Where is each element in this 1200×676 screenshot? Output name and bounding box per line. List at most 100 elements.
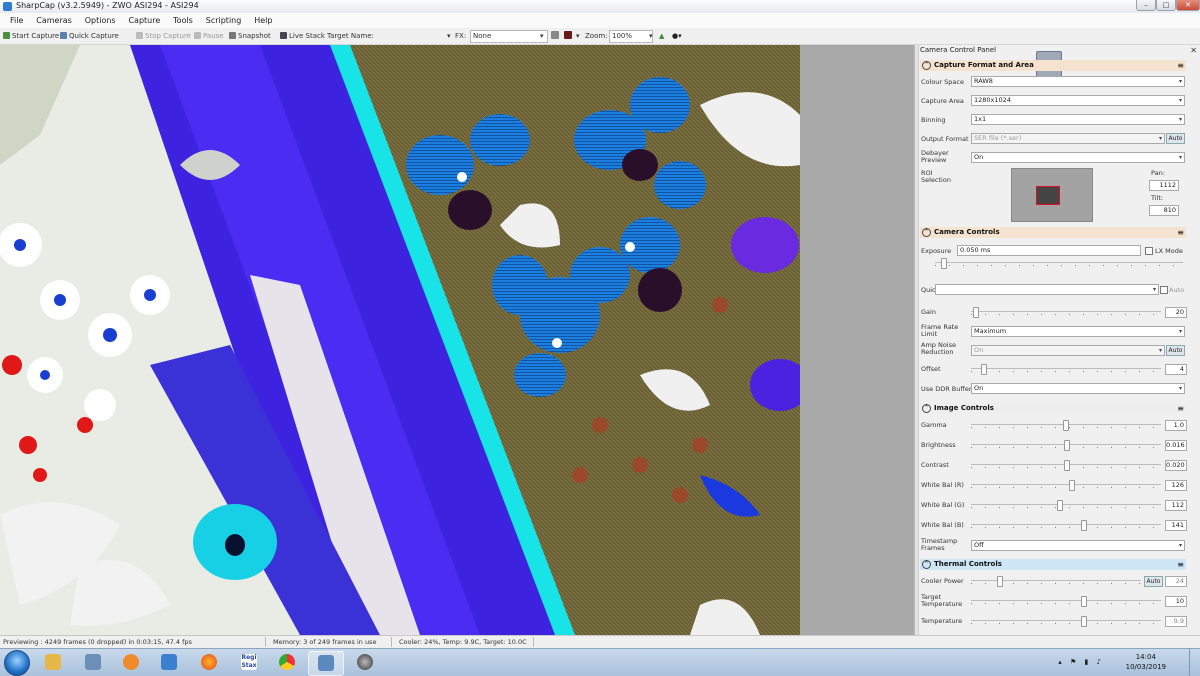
output-format-auto-button[interactable]: Auto (1166, 133, 1185, 144)
contrast-input[interactable]: 0.020 (1165, 460, 1187, 471)
amp-noise-auto-button[interactable]: Auto (1166, 345, 1185, 356)
collapse-icon[interactable]: ^ (922, 404, 931, 413)
menu-options[interactable]: Options (85, 13, 116, 28)
cooler-power-auto-button[interactable]: Auto (1144, 576, 1163, 587)
roi-selector[interactable] (1011, 168, 1093, 222)
target-temperature-slider[interactable] (971, 596, 1161, 607)
show-desktop-button[interactable] (1189, 649, 1200, 676)
taskbar-firefox[interactable] (192, 651, 226, 674)
offset-input[interactable]: 4 (1165, 364, 1187, 375)
gain-input[interactable]: 20 (1165, 307, 1187, 318)
menu-icon[interactable]: ≡ (1177, 60, 1184, 71)
quick-pick-auto-checkbox[interactable] (1160, 286, 1168, 294)
binning-select[interactable]: 1x1 ▾ (971, 114, 1185, 125)
gain-slider[interactable] (971, 307, 1161, 318)
menu-capture[interactable]: Capture (128, 13, 160, 28)
offset-slider[interactable] (971, 364, 1161, 375)
colour-space-select[interactable]: RAW8 ▾ (971, 76, 1185, 87)
start-capture-button[interactable]: Start Capture (3, 30, 59, 42)
menu-icon[interactable]: ≡ (1177, 227, 1184, 238)
taskbar-app[interactable] (348, 651, 382, 674)
gamma-input[interactable]: 1.0 (1165, 420, 1187, 431)
lx-mode-checkbox[interactable] (1145, 247, 1153, 255)
menu-tools[interactable]: Tools (173, 13, 193, 28)
contrast-slider[interactable] (971, 460, 1161, 471)
collapse-icon[interactable]: ^ (922, 228, 931, 237)
red-swatch-icon[interactable] (564, 30, 574, 42)
white-bal-g-slider[interactable] (971, 500, 1161, 511)
clock[interactable]: 14:04 10/03/2019 (1126, 652, 1166, 672)
histogram-icon[interactable]: ▲ (659, 30, 664, 42)
brightness-slider[interactable] (971, 440, 1161, 451)
live-stack-button[interactable]: Live Stack (280, 30, 325, 42)
pause-button[interactable]: Pause (194, 30, 224, 42)
taskbar-registax[interactable]: Regi Stax (232, 651, 266, 674)
roi-rectangle[interactable] (1036, 186, 1060, 205)
white-bal-r-slider[interactable] (971, 480, 1161, 491)
stop-capture-button[interactable]: Stop Capture (136, 30, 191, 42)
menu-help[interactable]: Help (254, 13, 272, 28)
debayer-preview-select[interactable]: On ▾ (971, 152, 1185, 163)
exposure-slider[interactable] (935, 258, 1183, 269)
quick-pick-select[interactable]: ▾ (935, 284, 1159, 295)
camera-preview-image[interactable] (0, 45, 800, 635)
quick-capture-button[interactable]: Quick Capture (60, 30, 119, 42)
minimize-button[interactable]: – (1136, 0, 1156, 11)
pan-input[interactable]: 1112 (1149, 180, 1179, 191)
white-bal-r-input[interactable]: 126 (1165, 480, 1187, 491)
exposure-input[interactable]: 0.050 ms (957, 245, 1141, 256)
menu-file[interactable]: File (10, 13, 23, 28)
swatch-dropdown-icon[interactable]: ▾ (576, 30, 580, 42)
collapse-icon[interactable]: ^ (922, 560, 931, 569)
output-format-select[interactable]: SER file (*.ser) ▾ (971, 133, 1165, 144)
taskbar-photos[interactable] (76, 651, 110, 674)
title-bar[interactable]: SharpCap (v3.2.5949) - ZWO ASI294 - ASI2… (0, 0, 1200, 14)
fx-select[interactable]: None (470, 30, 548, 43)
taskbar-paint[interactable] (152, 651, 186, 674)
taskbar-explorer[interactable] (36, 651, 70, 674)
frame-rate-limit-select[interactable]: Maximum ▾ (971, 326, 1185, 337)
system-tray[interactable]: ▴ ⚑ ▮ ♪ (1058, 658, 1104, 666)
amp-noise-select[interactable]: On ▾ (971, 345, 1165, 356)
menu-scripting[interactable]: Scripting (206, 13, 242, 28)
menu-cameras[interactable]: Cameras (36, 13, 72, 28)
section-capture-format[interactable]: ^ Capture Format and Area ≡ (920, 60, 1186, 71)
capture-area-select[interactable]: 1280x1024 ▾ (971, 95, 1185, 106)
taskbar-media-player[interactable] (114, 651, 148, 674)
collapse-icon[interactable]: ^ (922, 61, 931, 70)
start-button[interactable] (4, 650, 30, 676)
timestamp-frames-select[interactable]: Off ▾ (971, 540, 1185, 551)
zoom-label: Zoom: (585, 32, 608, 40)
tilt-input[interactable]: 810 (1149, 205, 1179, 216)
cooler-power-slider[interactable] (971, 576, 1141, 587)
dropdown-chevron-icon[interactable]: ▾ (447, 30, 451, 42)
snapshot-button[interactable]: Snapshot (229, 30, 271, 42)
gamma-slider[interactable] (971, 420, 1161, 431)
section-thermal-controls[interactable]: ^ Thermal Controls ≡ (920, 559, 1186, 570)
target-name-input[interactable] (372, 30, 454, 43)
cooler-power-input[interactable]: 24 (1165, 576, 1187, 587)
taskbar-sharpcap[interactable] (308, 651, 344, 676)
target-temperature-input[interactable]: 10 (1165, 596, 1187, 607)
section-image-controls[interactable]: ^ Image Controls ≡ (920, 403, 1186, 414)
menu-icon[interactable]: ≡ (1177, 403, 1184, 414)
brightness-input[interactable]: 0.016 (1165, 440, 1187, 451)
section-camera-controls[interactable]: ^ Camera Controls ≡ (920, 227, 1186, 238)
use-ddr-buffer-select[interactable]: On ▾ (971, 383, 1185, 394)
menu-icon[interactable]: ≡ (1177, 559, 1184, 570)
close-button[interactable]: ✕ (1176, 0, 1200, 11)
white-bal-b-input[interactable]: 141 (1165, 520, 1187, 531)
maximize-button[interactable]: □ (1156, 0, 1176, 11)
white-bal-b-slider[interactable] (971, 520, 1161, 531)
panel-splitter[interactable] (915, 45, 919, 635)
grey-swatch-icon[interactable] (551, 30, 561, 42)
pan-label: Pan: (1151, 169, 1165, 177)
zoom-select[interactable]: 100% (609, 30, 653, 43)
clock-date: 10/03/2019 (1125, 663, 1166, 671)
taskbar-chrome[interactable] (270, 651, 304, 674)
target-icon[interactable]: ●▾ (672, 30, 682, 42)
fx-dropdown-icon[interactable]: ▾ (540, 30, 544, 42)
zoom-dropdown-icon[interactable]: ▾ (649, 30, 653, 42)
panel-close-button[interactable]: ✕ (1190, 46, 1197, 55)
white-bal-g-input[interactable]: 112 (1165, 500, 1187, 511)
